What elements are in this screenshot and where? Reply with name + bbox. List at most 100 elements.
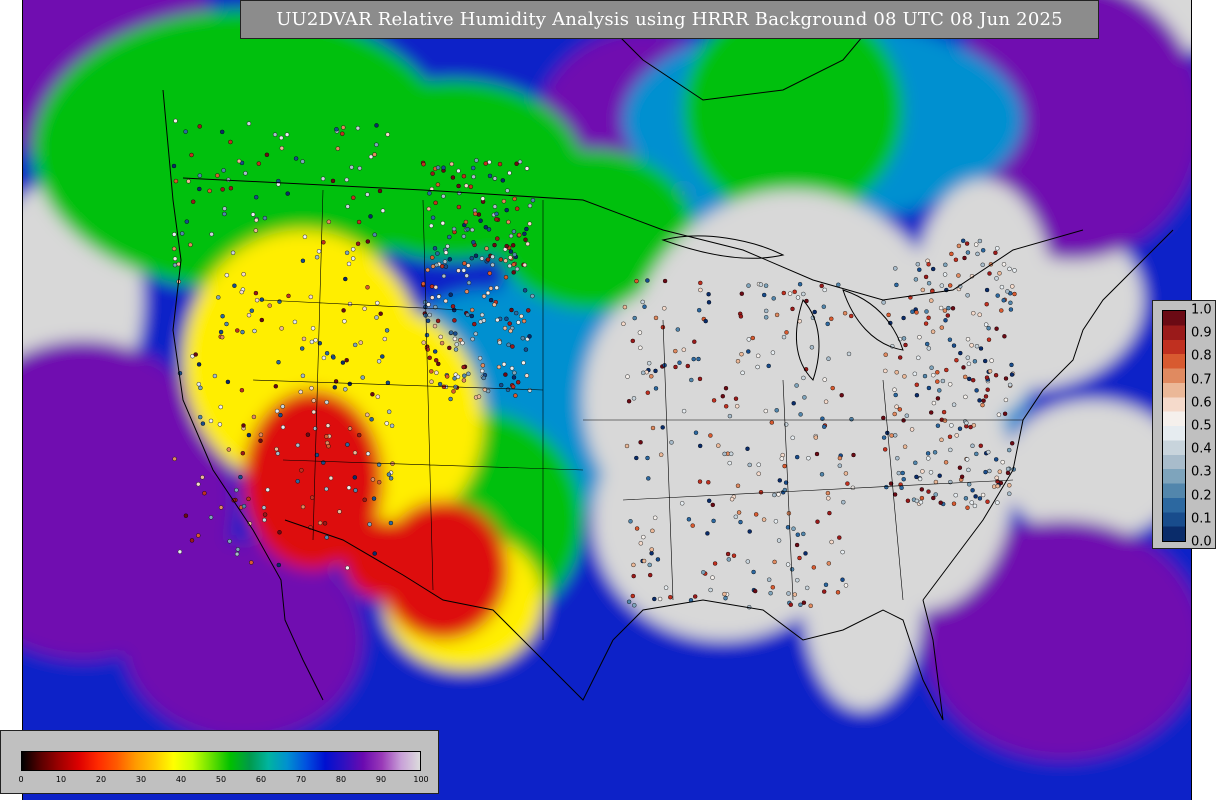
station-dot bbox=[965, 293, 970, 298]
station-dot bbox=[421, 340, 426, 345]
station-dot bbox=[706, 480, 711, 485]
station-dot bbox=[273, 384, 279, 389]
station-dot bbox=[772, 559, 777, 565]
station-dot bbox=[462, 261, 467, 266]
station-dot bbox=[727, 413, 733, 419]
station-dot bbox=[725, 551, 731, 557]
station-dot bbox=[825, 490, 831, 496]
station-dot bbox=[846, 351, 852, 357]
station-dot bbox=[956, 273, 961, 278]
station-dot bbox=[460, 340, 465, 346]
station-dot bbox=[943, 460, 949, 465]
station-dot bbox=[999, 284, 1005, 290]
station-dot bbox=[509, 307, 514, 313]
station-dot bbox=[926, 346, 931, 351]
station-dot bbox=[706, 300, 712, 305]
station-dot bbox=[506, 342, 511, 347]
rh-region-saturated bbox=[803, 490, 923, 710]
station-dot bbox=[215, 173, 220, 178]
station-dot bbox=[1012, 268, 1017, 273]
station-dot bbox=[382, 336, 387, 342]
station-dot bbox=[324, 400, 329, 405]
station-dot bbox=[646, 476, 651, 481]
station-dot bbox=[261, 505, 267, 510]
station-dot bbox=[980, 492, 986, 498]
station-dot bbox=[358, 340, 363, 345]
station-dot bbox=[840, 549, 845, 555]
station-dot bbox=[910, 309, 915, 314]
station-dot bbox=[254, 298, 260, 303]
station-dot bbox=[450, 304, 456, 309]
station-dot bbox=[739, 352, 744, 357]
station-dot bbox=[504, 207, 509, 213]
station-dot bbox=[630, 593, 635, 599]
station-dot bbox=[809, 345, 815, 350]
station-dot bbox=[511, 270, 516, 275]
station-dot bbox=[435, 182, 441, 187]
station-dot bbox=[931, 400, 937, 406]
station-dot bbox=[628, 519, 633, 524]
station-dot bbox=[196, 533, 201, 538]
station-dot bbox=[926, 262, 931, 267]
station-dot bbox=[703, 318, 708, 324]
station-dot bbox=[427, 191, 432, 196]
station-dot bbox=[365, 451, 371, 456]
station-dot bbox=[300, 159, 305, 164]
station-dot bbox=[753, 588, 758, 594]
station-dot bbox=[735, 404, 740, 409]
station-dot bbox=[634, 526, 640, 531]
station-dot bbox=[246, 121, 252, 126]
station-dot bbox=[1007, 491, 1012, 496]
station-dot bbox=[975, 251, 980, 257]
station-dot bbox=[755, 364, 760, 370]
station-dot bbox=[456, 183, 461, 189]
station-dot bbox=[920, 469, 925, 474]
station-dot bbox=[421, 281, 426, 286]
station-dot bbox=[974, 242, 979, 247]
station-dot bbox=[368, 154, 374, 160]
station-dot bbox=[924, 309, 929, 314]
station-dot bbox=[457, 190, 462, 196]
station-dot bbox=[374, 142, 379, 147]
station-dot bbox=[470, 227, 475, 233]
station-dot bbox=[456, 268, 461, 273]
station-dot bbox=[795, 295, 801, 300]
station-dot bbox=[328, 475, 334, 481]
station-dot bbox=[512, 252, 517, 257]
station-dot bbox=[806, 456, 811, 461]
station-dot bbox=[351, 256, 356, 261]
station-dot bbox=[801, 531, 806, 537]
station-dot bbox=[344, 177, 349, 183]
station-dot bbox=[486, 227, 492, 232]
station-dot bbox=[212, 373, 218, 379]
station-dot bbox=[372, 152, 377, 157]
station-dot bbox=[819, 472, 825, 477]
station-dot bbox=[449, 330, 454, 335]
station-dot bbox=[938, 500, 943, 505]
station-dot bbox=[776, 492, 781, 497]
station-dot bbox=[488, 286, 494, 291]
station-dot bbox=[720, 394, 725, 399]
station-dot bbox=[690, 523, 695, 528]
station-dot bbox=[795, 454, 800, 460]
station-dot bbox=[253, 290, 259, 296]
station-dot bbox=[1005, 470, 1011, 476]
station-dot bbox=[377, 480, 382, 485]
station-dot bbox=[494, 217, 499, 222]
station-dot bbox=[994, 276, 999, 281]
station-dot bbox=[974, 451, 979, 457]
station-dot bbox=[249, 308, 255, 313]
station-dot bbox=[842, 311, 848, 316]
station-dot bbox=[971, 311, 976, 316]
station-dot bbox=[522, 288, 528, 293]
station-dot bbox=[750, 335, 755, 341]
station-dot bbox=[763, 408, 768, 414]
station-dot bbox=[485, 257, 491, 262]
station-dot bbox=[514, 310, 519, 316]
station-dot bbox=[648, 572, 653, 578]
station-dot bbox=[219, 129, 225, 135]
station-dot bbox=[649, 551, 654, 556]
station-dot bbox=[814, 451, 820, 457]
station-dot bbox=[769, 420, 774, 425]
station-dot bbox=[745, 559, 750, 564]
